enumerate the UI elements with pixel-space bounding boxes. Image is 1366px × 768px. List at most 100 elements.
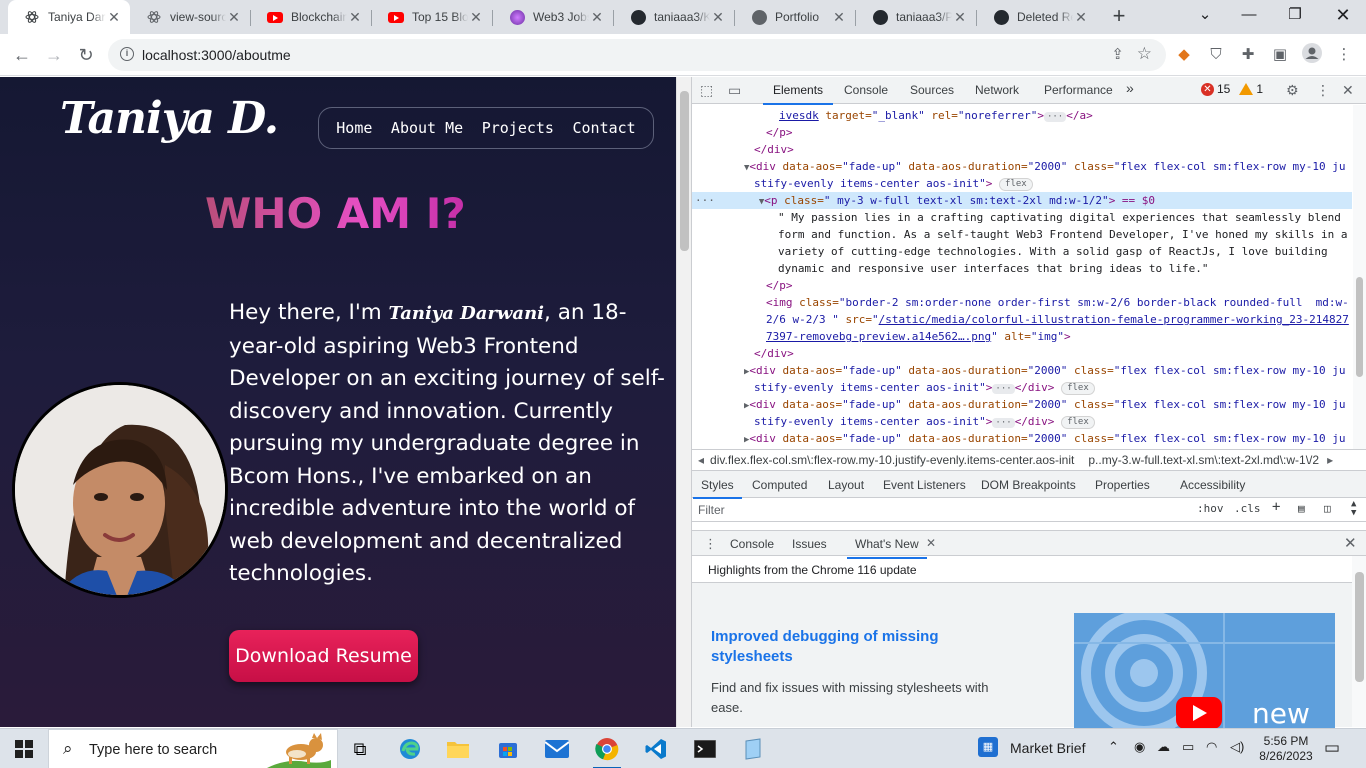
- dom-link[interactable]: /static/media/colorful-illustration-fema…: [879, 313, 1349, 326]
- close-tab-icon[interactable]: ✕: [468, 9, 484, 26]
- whats-new-video-thumbnail[interactable]: new: [1074, 613, 1335, 733]
- dom-line-collapsed[interactable]: ▶<div data-aos="fade-up" data-aos-durati…: [692, 396, 1352, 413]
- breadcrumb-scroll-right-icon[interactable]: ▸: [1319, 453, 1333, 467]
- shield-icon[interactable]: ⛉: [1204, 43, 1228, 67]
- dom-line[interactable]: ivesdk target="_blank" rel="noreferrer">…: [692, 107, 1352, 124]
- notepad-icon[interactable]: [729, 729, 777, 768]
- issues-counter[interactable]: ✕ 15 1: [1201, 82, 1263, 96]
- chrome-icon[interactable]: [583, 729, 631, 768]
- close-tab-icon[interactable]: ✕: [106, 9, 122, 26]
- breadcrumb-item-selected[interactable]: p..my-3.w-full.text-xl.sm\:text-2xl.md\:…: [1088, 453, 1319, 467]
- dom-line[interactable]: stify-evenly items-center aos-init"> ··· <…: [692, 379, 1352, 396]
- forward-arrow-icon[interactable]: →: [40, 41, 68, 69]
- devtools-menu-icon[interactable]: ⋮: [1316, 82, 1330, 99]
- drawer-tab-console[interactable]: Console: [730, 537, 774, 551]
- close-tab-icon[interactable]: ✕: [226, 9, 242, 26]
- subtab-dom-breakpoints[interactable]: DOM Breakpoints: [981, 478, 1076, 492]
- close-tab-icon[interactable]: ✕: [589, 9, 605, 26]
- close-tab-icon[interactable]: ✕: [347, 9, 363, 26]
- mail-icon[interactable]: [533, 729, 581, 768]
- drawer-tab-issues[interactable]: Issues: [792, 537, 827, 551]
- windows-start-icon[interactable]: [15, 740, 33, 758]
- flex-badge[interactable]: flex: [1061, 416, 1095, 429]
- subtab-properties[interactable]: Properties: [1095, 478, 1150, 492]
- breadcrumb-item[interactable]: div.flex.flex-col.sm\:flex-row.my-10.jus…: [710, 453, 1074, 467]
- search-highlight-dog-icon[interactable]: [267, 732, 331, 768]
- terminal-icon[interactable]: [681, 729, 729, 768]
- dom-line[interactable]: <img class="border-2 sm:order-none order…: [692, 294, 1352, 311]
- scrollbar-thumb[interactable]: [1356, 277, 1363, 377]
- close-tab-icon[interactable]: ✕: [1073, 9, 1089, 26]
- drawer-menu-icon[interactable]: ⋮: [704, 536, 717, 552]
- vscode-icon[interactable]: [632, 729, 680, 768]
- tab-top15[interactable]: Top 15 Blockchain ✕: [372, 0, 492, 34]
- elements-scrollbar[interactable]: [1353, 105, 1366, 449]
- tab-github-k[interactable]: taniaaa3/K ✕: [614, 0, 734, 34]
- tab-performance[interactable]: Performance: [1044, 83, 1113, 97]
- dom-line[interactable]: dynamic and responsive user interfaces t…: [692, 260, 1352, 277]
- tab-elements[interactable]: Elements: [762, 83, 834, 105]
- drawer-tab-whats-new[interactable]: What's New: [847, 537, 927, 559]
- metamask-icon[interactable]: ◆: [1172, 43, 1196, 67]
- tab-taniya[interactable]: Taniya Darwani ✕: [8, 0, 130, 34]
- subtab-accessibility[interactable]: Accessibility: [1180, 478, 1245, 492]
- close-devtools-icon[interactable]: ✕: [1342, 82, 1354, 99]
- notifications-icon[interactable]: ▭: [1324, 738, 1340, 758]
- menu-kebab-icon[interactable]: ⋮: [1332, 43, 1356, 67]
- minimize-icon[interactable]: —: [1226, 0, 1272, 30]
- subtab-event-listeners[interactable]: Event Listeners: [883, 478, 966, 492]
- nav-home[interactable]: Home: [336, 119, 372, 137]
- tab-github-p[interactable]: taniaaa3/P ✕: [856, 0, 976, 34]
- close-tab-icon[interactable]: ✕: [831, 9, 847, 26]
- toggle-sidebar-icon[interactable]: ◫: [1324, 502, 1331, 515]
- dom-line[interactable]: </p>: [692, 277, 1352, 294]
- dom-line[interactable]: " My passion lies in a crafting captivat…: [692, 209, 1352, 226]
- battery-icon[interactable]: ▭: [1182, 739, 1194, 755]
- reload-icon[interactable]: ↻: [72, 41, 100, 69]
- restore-icon[interactable]: ❐: [1272, 0, 1318, 30]
- ellipsis-badge[interactable]: ···: [992, 384, 1015, 394]
- widget-icon[interactable]: ▦: [978, 737, 998, 757]
- dom-line[interactable]: stify-evenly items-center aos-init"> fle…: [692, 175, 1352, 192]
- file-explorer-icon[interactable]: [434, 729, 482, 768]
- close-window-icon[interactable]: ✕: [1320, 0, 1366, 30]
- dom-line[interactable]: </div>: [692, 141, 1352, 158]
- new-tab-button[interactable]: +: [1106, 4, 1132, 30]
- task-view-icon[interactable]: ⧉: [336, 729, 384, 768]
- more-tabs-icon[interactable]: »: [1126, 80, 1134, 96]
- tab-console[interactable]: Console: [844, 83, 888, 97]
- tab-search-icon[interactable]: ⌄: [1182, 0, 1228, 30]
- nav-contact[interactable]: Contact: [572, 119, 635, 137]
- side-panel-icon[interactable]: ▣: [1268, 43, 1292, 67]
- url-text[interactable]: localhost:3000/aboutme: [142, 47, 291, 63]
- nav-projects[interactable]: Projects: [482, 119, 554, 137]
- dom-line-collapsed[interactable]: ▶<div data-aos="fade-up" data-aos-durati…: [692, 362, 1352, 379]
- flex-badge[interactable]: flex: [999, 178, 1033, 191]
- device-toolbar-icon[interactable]: ▭: [728, 82, 741, 99]
- taskbar-clock[interactable]: 5:56 PM 8/26/2023: [1256, 734, 1316, 764]
- dom-line[interactable]: ▼<div data-aos="fade-up" data-aos-durati…: [692, 158, 1352, 175]
- scrollbar-thumb[interactable]: [1355, 572, 1364, 682]
- dom-line[interactable]: </div>: [692, 345, 1352, 362]
- info-icon[interactable]: i: [120, 47, 134, 61]
- dom-line[interactable]: variety of cutting-edge technologies. Wi…: [692, 243, 1352, 260]
- close-tab-icon[interactable]: ✕: [952, 9, 968, 26]
- volume-icon[interactable]: ◁): [1230, 739, 1244, 755]
- site-logo[interactable]: Taniya D.: [60, 93, 279, 144]
- page-scrollbar[interactable]: [676, 77, 691, 727]
- tab-sources[interactable]: Sources: [910, 83, 954, 97]
- dom-link[interactable]: 7397-removebg-preview.a14e562….png: [766, 330, 991, 343]
- edge-icon[interactable]: [386, 729, 434, 768]
- dom-line-selected[interactable]: ··· ▼<p class=" my-3 w-full text-xl sm:te…: [692, 192, 1352, 209]
- extensions-puzzle-icon[interactable]: ✚: [1236, 43, 1260, 67]
- breadcrumb-scroll-left-icon[interactable]: ◂: [692, 453, 710, 467]
- subtab-computed[interactable]: Computed: [752, 478, 807, 492]
- close-tab-icon[interactable]: ✕: [710, 9, 726, 26]
- nav-about-me[interactable]: About Me: [391, 119, 463, 137]
- share-icon[interactable]: ⇪: [1111, 45, 1124, 63]
- meet-now-icon[interactable]: ◉: [1134, 739, 1145, 755]
- dom-line[interactable]: stify-evenly items-center aos-init"> ··· <…: [692, 413, 1352, 430]
- cls-toggle[interactable]: .cls: [1234, 502, 1261, 515]
- styles-filter-input[interactable]: Filter: [698, 503, 725, 517]
- ellipsis-badge[interactable]: ···: [1043, 112, 1067, 122]
